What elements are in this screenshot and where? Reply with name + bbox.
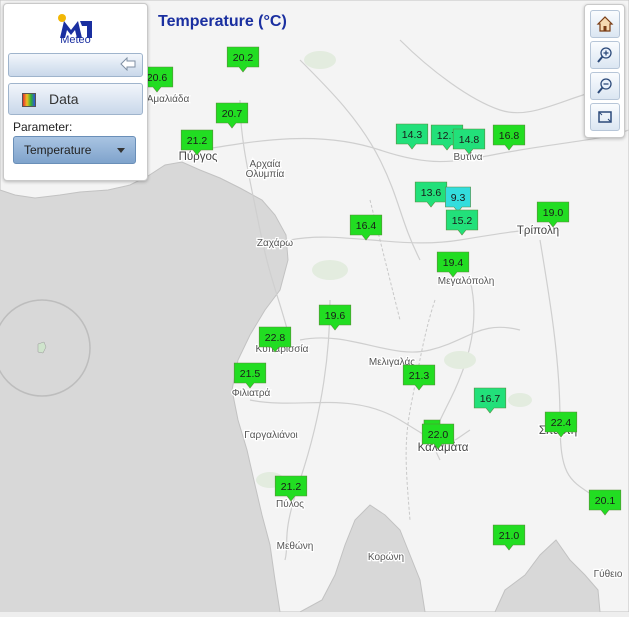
station-value: 21.2: [187, 135, 208, 147]
home-icon: [596, 16, 614, 32]
place-label: Μεθώνη: [277, 540, 314, 552]
station-value: 15.2: [452, 215, 473, 227]
data-button-label: Data: [49, 91, 79, 107]
station-value: 20.7: [222, 108, 243, 120]
logo-text: Meteo: [60, 34, 91, 46]
station-value: 16.4: [356, 220, 377, 232]
home-button[interactable]: [590, 10, 620, 38]
station-value: 14.8: [459, 134, 480, 146]
station-value: 22.0: [428, 429, 449, 441]
station-value: 20.2: [233, 52, 254, 64]
station-value: 21.0: [499, 530, 520, 542]
color-scale-icon: [22, 93, 36, 107]
station-value: 16.8: [499, 130, 520, 142]
arrow-left-icon: [120, 57, 136, 71]
map-toolbar: [584, 4, 625, 138]
data-button[interactable]: Data: [8, 83, 143, 115]
parameter-select[interactable]: Temperature: [13, 136, 136, 164]
place-label: Γαργαλιάνοι: [244, 429, 298, 441]
control-panel: Meteo Data Parameter: Temperature: [3, 3, 148, 181]
station-value: 13.6: [421, 187, 442, 199]
station-value: 19.6: [325, 310, 346, 322]
map-title: Temperature (°C): [158, 13, 287, 30]
station-value: 20.1: [595, 495, 616, 507]
zoom-in-button[interactable]: [590, 41, 620, 69]
zoom-out-icon: [597, 78, 612, 94]
station-value: 19.0: [543, 207, 564, 219]
chevron-down-icon: [117, 148, 125, 153]
parameter-select-value: Temperature: [24, 143, 92, 157]
place-label: Φιλιατρά: [232, 387, 271, 399]
zoom-in-icon: [597, 47, 612, 63]
station-value: 21.3: [409, 370, 430, 382]
place-label: Ζαχάρω: [257, 237, 293, 249]
place-label: Κορώνη: [368, 551, 404, 563]
station-value: 21.5: [240, 368, 261, 380]
zoom-out-button[interactable]: [590, 72, 620, 100]
station-value: 20.6: [147, 72, 168, 84]
station-value: 9.3: [451, 192, 466, 204]
place-label: Μεγαλόπολη: [438, 275, 495, 287]
collapse-panel-button[interactable]: [8, 53, 143, 77]
parameter-label: Parameter:: [13, 120, 73, 134]
place-label: Γύθειο: [594, 568, 623, 580]
place-label: Ολυμπία: [246, 168, 285, 180]
station-value: 16.7: [480, 393, 501, 405]
station-value: 14.3: [402, 129, 423, 141]
fullscreen-icon: [598, 111, 612, 123]
station-value: 19.4: [443, 257, 464, 269]
station-value: 21.2: [281, 481, 302, 493]
station-value: 22.8: [265, 332, 286, 344]
station-value: 22.4: [551, 417, 572, 429]
fullscreen-button[interactable]: [590, 103, 620, 131]
place-label: Αμαλιάδα: [147, 93, 190, 105]
